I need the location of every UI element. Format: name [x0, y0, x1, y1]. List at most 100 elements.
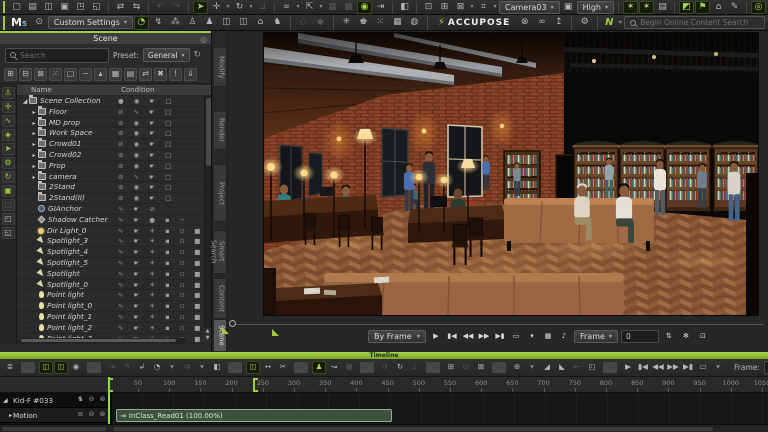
grid-icon[interactable]: ▩: [341, 1, 356, 14]
time-caret[interactable]: ▾: [165, 361, 179, 374]
undo-icon[interactable]: ↶: [153, 1, 168, 14]
move-tool-icon[interactable]: ✛: [209, 1, 224, 14]
fit-view-icon[interactable]: ⊡: [421, 1, 436, 14]
tree-row[interactable]: Point light_0 ∿ ☛ ☀ ▪ ▫ ■: [17, 301, 211, 312]
tree-row[interactable]: ▸Crowd01 ⊘ ◉ ☛ □: [17, 139, 211, 150]
shift-caret[interactable]: ▾: [195, 361, 209, 374]
print-screen-icon[interactable]: ▤: [655, 1, 670, 14]
timeline-ruler[interactable]: 5010015020025030035040045050055060065070…: [0, 377, 768, 393]
row-condition-icons[interactable]: ∿ ☛ ☀ ▪ ▫ ■: [118, 280, 204, 291]
scrollbar-thumb[interactable]: [21, 339, 176, 342]
content-store-caret[interactable]: ▾: [617, 16, 623, 30]
timeline-header[interactable]: Timeline: [0, 352, 768, 359]
tree-row[interactable]: ▸Crowd02 ⊘ ◉ ☛ □: [17, 150, 211, 161]
tree-row[interactable]: ▸Work Space ⊘ ◉ ☛ □: [17, 128, 211, 139]
edit-pen-icon[interactable]: ✎: [727, 1, 742, 14]
tl-next-frame-button[interactable]: ▶▶: [666, 361, 680, 374]
box-select-icon[interactable]: ▢: [64, 68, 77, 81]
tab-scene[interactable]: Scene: [214, 319, 227, 352]
row-condition-icons[interactable]: ⊘ ◉ ☛ □: [118, 128, 175, 139]
frame-mode-dropdown[interactable]: Frame▾: [574, 330, 618, 343]
region-tool-icon[interactable]: ⌗: [476, 1, 491, 14]
extra-a-icon[interactable]: ▢: [2, 199, 15, 211]
tree-row[interactable]: Shadow Catcher ∿ ☛ ● ▪ −: [17, 215, 211, 226]
snap-start-icon[interactable]: ⇤: [570, 361, 584, 374]
fit-all-icon[interactable]: ⊞: [437, 1, 452, 14]
clip-up-icon[interactable]: ↰: [120, 361, 134, 374]
frame-input[interactable]: 0: [621, 330, 659, 343]
tab-render[interactable]: Render: [214, 111, 227, 151]
scrubber-handle[interactable]: [229, 320, 236, 327]
tab-project[interactable]: Project: [214, 164, 227, 222]
create-camera-icon[interactable]: ▣: [2, 185, 15, 197]
fit-selected-icon[interactable]: ⊠: [453, 1, 468, 14]
home-icon[interactable]: ⌂: [253, 16, 268, 30]
avatar-icon[interactable]: ♚: [356, 16, 371, 30]
remove-key-icon[interactable]: ⊟: [459, 361, 473, 374]
scatter-icon[interactable]: ⁙: [373, 16, 388, 30]
remove-track-icon[interactable]: ⊗: [98, 395, 107, 405]
row-condition-icons[interactable]: ∿ ☛ ● ▪ −: [118, 215, 189, 226]
play-button[interactable]: ▶: [429, 330, 443, 343]
tl-prev-frame-button[interactable]: ◀◀: [651, 361, 665, 374]
row-condition-icons[interactable]: ∿ ☛ ⊘: [118, 204, 159, 215]
save-clip-icon[interactable]: ◫: [54, 361, 68, 374]
gem-a-icon[interactable]: ◇: [296, 16, 311, 30]
online-content-search[interactable]: Begin Online Content Search: [624, 16, 765, 29]
animal-icon[interactable]: ♞: [270, 16, 285, 30]
particles-icon[interactable]: ⁂: [168, 16, 183, 30]
move-tool-caret[interactable]: ▾: [225, 1, 231, 14]
row-condition-icons[interactable]: ∿ ☛ ☀ ▪ ▫ ■: [118, 236, 204, 247]
add-track-icon[interactable]: ◫: [39, 361, 53, 374]
row-condition-icons[interactable]: ⊘ ◉ ☛ □: [118, 150, 175, 161]
list-view-icon[interactable]: ▤: [124, 68, 137, 81]
bake-icon[interactable]: ▦: [342, 361, 356, 374]
deselect-icon[interactable]: −: [79, 68, 92, 81]
time-icon[interactable]: ◔: [150, 361, 164, 374]
cut-icon[interactable]: ✂: [276, 361, 290, 374]
pose-tool-a-icon[interactable]: ✶: [623, 1, 638, 14]
flag-icon[interactable]: ⚑: [695, 1, 710, 14]
zoom-timeline-icon[interactable]: ⊕: [510, 361, 524, 374]
motion-clip[interactable]: ⇥ InClass_Read01 (100.00%): [116, 409, 392, 422]
export-icon[interactable]: ◳: [73, 1, 88, 14]
split-view-icon[interactable]: ◧: [397, 1, 412, 14]
tree-row[interactable]: ▸camera ⊘ ∿ ☛ □: [17, 172, 211, 183]
custom-settings-dropdown[interactable]: Custom Settings▾: [48, 16, 133, 29]
range-end-marker[interactable]: [253, 378, 255, 392]
redo-icon[interactable]: ↷: [169, 1, 184, 14]
condition-column-header[interactable]: Condition: [117, 85, 154, 95]
scale-tool-icon[interactable]: ⊿: [255, 1, 270, 14]
panel-b-icon[interactable]: ◫: [236, 16, 251, 30]
rotate-tool-icon[interactable]: ↻: [232, 1, 247, 14]
prev-frame-button[interactable]: ◀◀: [461, 330, 475, 343]
tree-row[interactable]: Spotlight_4 ∿ ☛ ☀ ▪ ▫ ■: [17, 247, 211, 258]
actor-track-icon[interactable]: ♞: [76, 395, 85, 405]
layers-icon[interactable]: ≡: [76, 410, 85, 420]
tl-go-start-button[interactable]: ▮◀: [636, 361, 650, 374]
track-label-motion[interactable]: ▸ Motion ≡⊖⊗: [0, 408, 110, 423]
export-image-icon[interactable]: ▣: [57, 1, 72, 14]
row-condition-icons[interactable]: ∿ ☛ ☀ ▪ ▫ ■: [118, 301, 204, 312]
camera-select-dropdown[interactable]: Camera03▾: [499, 1, 560, 14]
viewport-scrubber[interactable]: [232, 324, 764, 325]
collapse-all-icon[interactable]: ▴: [94, 68, 107, 81]
multi-select-icon[interactable]: ⁙: [49, 68, 62, 81]
loop-out-icon[interactable]: ↻: [393, 361, 407, 374]
go-start-button[interactable]: ▮◀: [445, 330, 459, 343]
physics-icon[interactable]: ◎: [751, 1, 766, 14]
row-condition-icons[interactable]: ∿ ☛ ☀ ▪ ▫ ■: [118, 258, 204, 269]
scrollbar-thumb[interactable]: [206, 98, 211, 166]
tab-modify[interactable]: Modify: [214, 47, 227, 87]
new-project-icon[interactable]: ▢: [9, 1, 24, 14]
playhead[interactable]: [108, 377, 110, 424]
grid-tool-icon[interactable]: ▦: [390, 16, 405, 30]
jump-in-icon[interactable]: ⇥: [105, 361, 119, 374]
curve-icon[interactable]: ↝: [327, 361, 341, 374]
tree-vertical-scrollbar[interactable]: [204, 96, 211, 328]
audio-track-icon[interactable]: ♪: [408, 361, 422, 374]
tab-smart-search[interactable]: Smart Search: [214, 230, 227, 274]
camera-marker-icon[interactable]: [272, 329, 279, 336]
scene-search-input[interactable]: Search: [5, 48, 109, 63]
tl-range-button[interactable]: ▭: [696, 361, 710, 374]
